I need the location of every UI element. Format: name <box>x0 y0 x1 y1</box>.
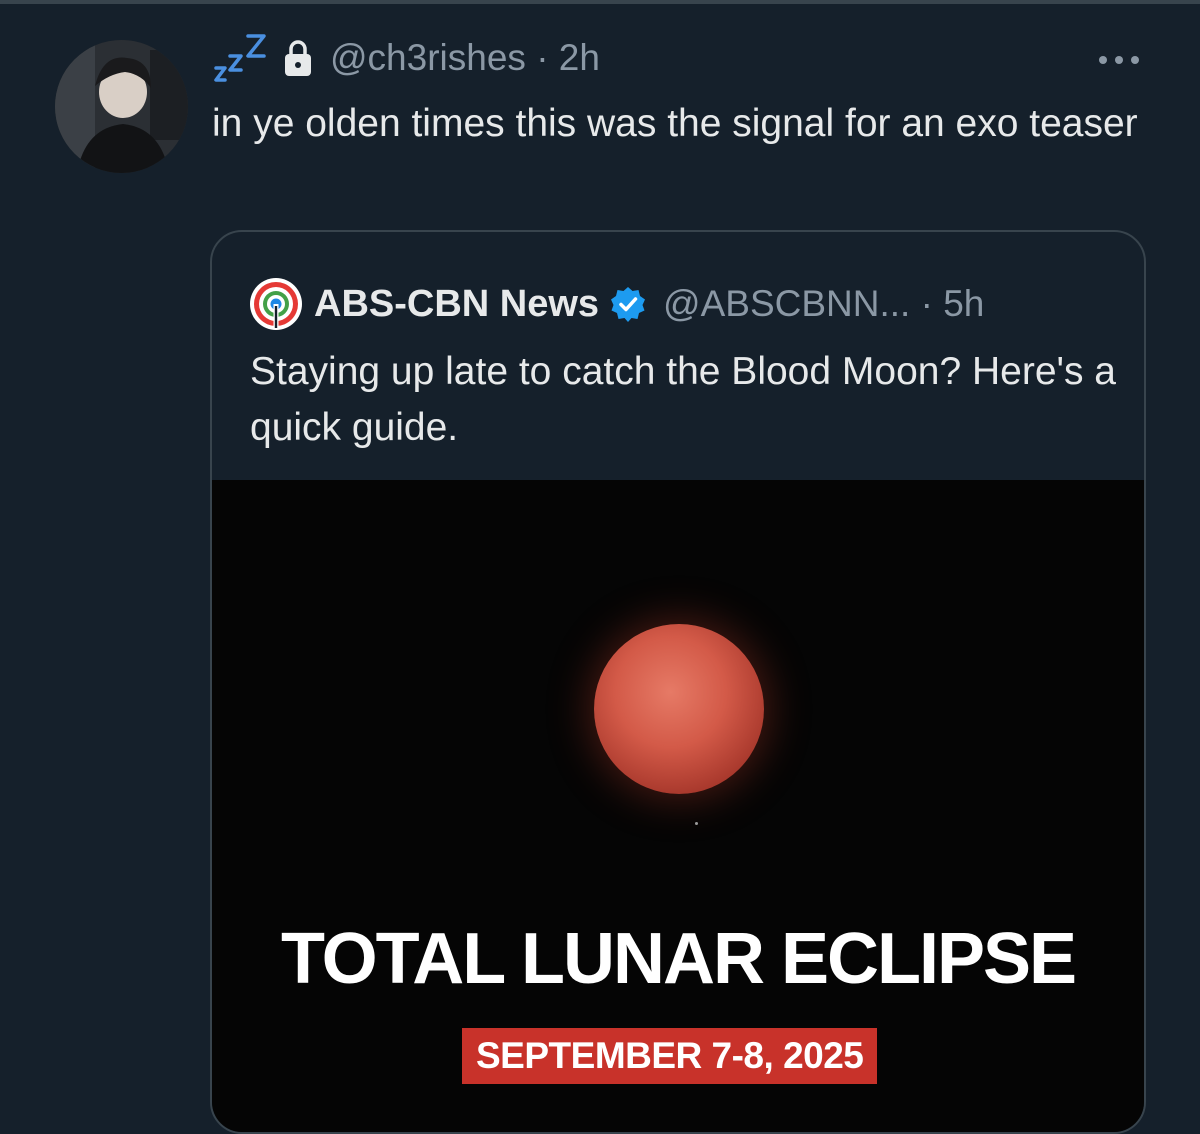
quote-tweet-card[interactable]: ABS-CBN News @ABSCBNN... · 5h Staying up… <box>210 230 1146 1134</box>
abs-cbn-logo <box>250 278 302 330</box>
verified-badge-icon <box>611 287 646 322</box>
media-date-badge: SEPTEMBER 7-8, 2025 <box>462 1028 878 1084</box>
quote-header: ABS-CBN News @ABSCBNN... · 5h <box>248 276 984 332</box>
quote-media-image[interactable]: TOTAL LUNAR ECLIPSE SEPTEMBER 7-8, 2025 <box>212 480 1144 1132</box>
tweet-handle-time[interactable]: @ch3rishes · 2h <box>330 37 600 79</box>
tweet-text: in ye olden times this was the signal fo… <box>212 102 1138 145</box>
star <box>695 822 698 825</box>
top-divider <box>0 0 1200 4</box>
tweet-header: @ch3rishes · 2h <box>212 28 600 88</box>
avatar[interactable] <box>55 40 188 173</box>
media-title: TOTAL LUNAR ECLIPSE <box>280 919 1077 999</box>
quote-author-name[interactable]: ABS-CBN News <box>314 283 599 326</box>
lock-icon <box>285 40 311 76</box>
blood-moon <box>594 624 764 794</box>
more-icon[interactable] <box>1096 48 1142 72</box>
quote-handle-time[interactable]: @ABSCBNN... · 5h <box>663 283 984 325</box>
quote-text: Staying up late to catch the Blood Moon?… <box>250 350 1116 449</box>
zzz-icon <box>214 34 266 82</box>
avatar-image <box>55 40 188 173</box>
